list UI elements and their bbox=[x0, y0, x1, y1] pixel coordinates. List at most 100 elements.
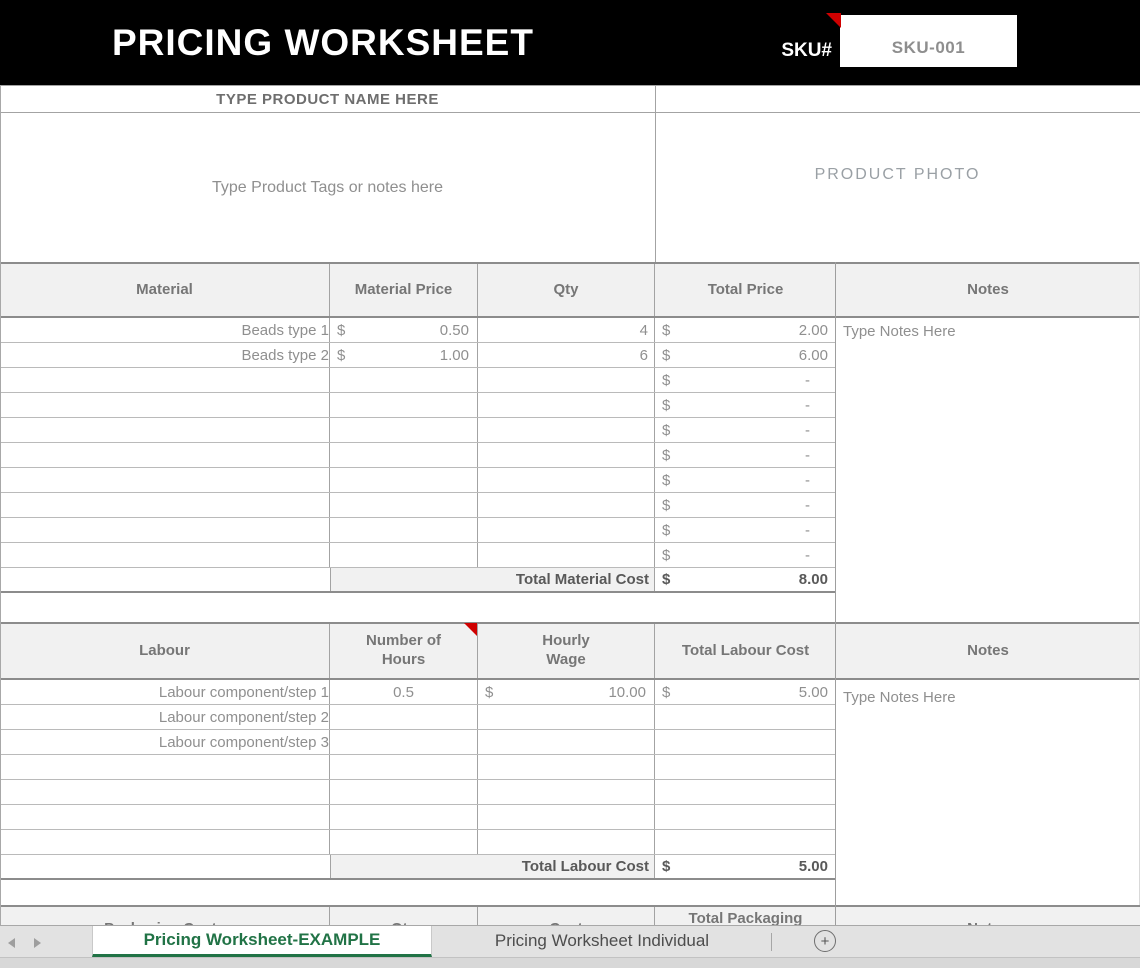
labour-name-cell[interactable]: Labour component/step 3 bbox=[0, 730, 330, 754]
material-name-cell[interactable] bbox=[0, 418, 330, 442]
material-price-cell[interactable] bbox=[330, 393, 478, 417]
material-total-cell[interactable]: $ - bbox=[655, 518, 836, 542]
tab-pricing-worksheet-individual[interactable]: Pricing Worksheet Individual bbox=[432, 926, 772, 955]
labour-wage-cell[interactable] bbox=[478, 755, 655, 779]
material-name-cell[interactable]: Beads type 2 bbox=[0, 343, 330, 367]
labour-hours-cell[interactable] bbox=[330, 755, 478, 779]
currency-symbol: $ bbox=[662, 396, 671, 414]
material-price-cell[interactable] bbox=[330, 468, 478, 492]
material-price-cell[interactable] bbox=[330, 368, 478, 392]
material-total-cell[interactable]: $ - bbox=[655, 393, 836, 417]
comment-indicator-icon bbox=[826, 13, 841, 28]
labour-name-cell[interactable] bbox=[0, 780, 330, 804]
material-qty-cell[interactable] bbox=[478, 493, 655, 517]
currency-symbol: $ bbox=[662, 521, 671, 539]
cell-value: - bbox=[805, 421, 810, 439]
product-name-input[interactable]: TYPE PRODUCT NAME HERE bbox=[0, 86, 655, 112]
material-price-cell[interactable] bbox=[330, 518, 478, 542]
material-name-cell[interactable] bbox=[0, 518, 330, 542]
material-qty-cell[interactable]: 6 bbox=[478, 343, 655, 367]
material-name-cell[interactable] bbox=[0, 393, 330, 417]
material-total-cell[interactable]: $2.00 bbox=[655, 318, 836, 342]
material-price-cell[interactable] bbox=[330, 493, 478, 517]
labour-wage-cell[interactable] bbox=[478, 780, 655, 804]
labour-name-cell[interactable] bbox=[0, 755, 330, 779]
currency-symbol: $ bbox=[337, 321, 346, 339]
currency-symbol: $ bbox=[337, 346, 346, 364]
labour-total-cell[interactable] bbox=[655, 755, 836, 779]
currency-symbol: $ bbox=[662, 421, 671, 439]
labour-wage-cell[interactable] bbox=[478, 805, 655, 829]
tab-scroll-right-icon[interactable] bbox=[34, 938, 41, 948]
material-name-cell[interactable] bbox=[0, 493, 330, 517]
tab-pricing-worksheet-example[interactable]: Pricing Worksheet-EXAMPLE bbox=[92, 926, 432, 957]
material-total-cell[interactable]: $ - bbox=[655, 543, 836, 567]
material-name-cell[interactable] bbox=[0, 368, 330, 392]
currency-symbol: $ bbox=[485, 683, 494, 701]
labour-total-cell[interactable]: $5.00 bbox=[655, 680, 836, 704]
material-qty-cell[interactable] bbox=[478, 443, 655, 467]
material-total-cell[interactable]: $ - bbox=[655, 468, 836, 492]
material-price-cell[interactable]: $1.00 bbox=[330, 343, 478, 367]
material-qty-cell[interactable] bbox=[478, 518, 655, 542]
labour-wage-cell[interactable]: $10.00 bbox=[478, 680, 655, 704]
labour-wage-cell[interactable] bbox=[478, 705, 655, 729]
material-price-cell[interactable] bbox=[330, 543, 478, 567]
labour-total-cell[interactable] bbox=[655, 830, 836, 854]
page-title: PRICING WORKSHEET bbox=[112, 21, 534, 63]
labour-hours-cell[interactable] bbox=[330, 780, 478, 804]
material-total-cell[interactable]: $ - bbox=[655, 443, 836, 467]
cell-value: - bbox=[805, 546, 810, 564]
currency-symbol: $ bbox=[662, 858, 671, 875]
material-total-cell[interactable]: $6.00 bbox=[655, 343, 836, 367]
labour-hours-cell[interactable] bbox=[330, 805, 478, 829]
labour-wage-cell[interactable] bbox=[478, 830, 655, 854]
sku-input[interactable]: SKU-001 bbox=[840, 15, 1017, 67]
labour-total-cell[interactable] bbox=[655, 705, 836, 729]
material-qty-cell[interactable] bbox=[478, 543, 655, 567]
labour-hours-cell[interactable] bbox=[330, 730, 478, 754]
material-header: Material bbox=[0, 264, 330, 316]
labour-name-cell[interactable] bbox=[0, 830, 330, 854]
material-price-cell[interactable]: $0.50 bbox=[330, 318, 478, 342]
material-qty-cell[interactable] bbox=[478, 418, 655, 442]
labour-row: Labour component/step 2 bbox=[0, 705, 836, 730]
cell-value: 10.00 bbox=[608, 683, 646, 701]
material-total-cell[interactable]: $ - bbox=[655, 493, 836, 517]
add-sheet-button[interactable]: + bbox=[814, 930, 836, 952]
product-tags-input[interactable]: Type Product Tags or notes here bbox=[0, 113, 655, 262]
labour-hours-cell[interactable]: 0.5 bbox=[330, 680, 478, 704]
labour-notes-input[interactable]: Type Notes Here bbox=[843, 689, 956, 706]
material-price-cell[interactable] bbox=[330, 418, 478, 442]
material-total-value[interactable]: $8.00 bbox=[655, 568, 836, 591]
tab-scroll-left-icon[interactable] bbox=[8, 938, 15, 948]
material-qty-cell[interactable] bbox=[478, 368, 655, 392]
labour-name-cell[interactable]: Labour component/step 1 bbox=[0, 680, 330, 704]
material-qty-cell[interactable] bbox=[478, 393, 655, 417]
labour-name-cell[interactable]: Labour component/step 2 bbox=[0, 705, 330, 729]
material-row: $ - bbox=[0, 543, 836, 568]
material-name-cell[interactable]: Beads type 1 bbox=[0, 318, 330, 342]
labour-name-cell[interactable] bbox=[0, 805, 330, 829]
material-name-cell[interactable] bbox=[0, 543, 330, 567]
labour-wage-cell[interactable] bbox=[478, 730, 655, 754]
product-photo-placeholder[interactable]: PRODUCT PHOTO bbox=[656, 113, 1139, 262]
cell-value: - bbox=[805, 496, 810, 514]
labour-total-cell[interactable] bbox=[655, 730, 836, 754]
material-price-cell[interactable] bbox=[330, 443, 478, 467]
labour-total-cell[interactable] bbox=[655, 780, 836, 804]
material-total-cell[interactable]: $ - bbox=[655, 418, 836, 442]
material-total-cell[interactable]: $ - bbox=[655, 368, 836, 392]
material-qty-cell[interactable] bbox=[478, 468, 655, 492]
labour-total-value[interactable]: $5.00 bbox=[655, 855, 836, 878]
labour-row: Labour component/step 3 bbox=[0, 730, 836, 755]
labour-hours-cell[interactable] bbox=[330, 705, 478, 729]
labour-total-cell[interactable] bbox=[655, 805, 836, 829]
cell-value: - bbox=[805, 446, 810, 464]
material-qty-cell[interactable]: 4 bbox=[478, 318, 655, 342]
labour-hours-cell[interactable] bbox=[330, 830, 478, 854]
material-total-row: Total Material Cost $8.00 bbox=[0, 568, 836, 593]
material-notes-input[interactable]: Type Notes Here bbox=[843, 323, 956, 340]
material-name-cell[interactable] bbox=[0, 443, 330, 467]
material-name-cell[interactable] bbox=[0, 468, 330, 492]
